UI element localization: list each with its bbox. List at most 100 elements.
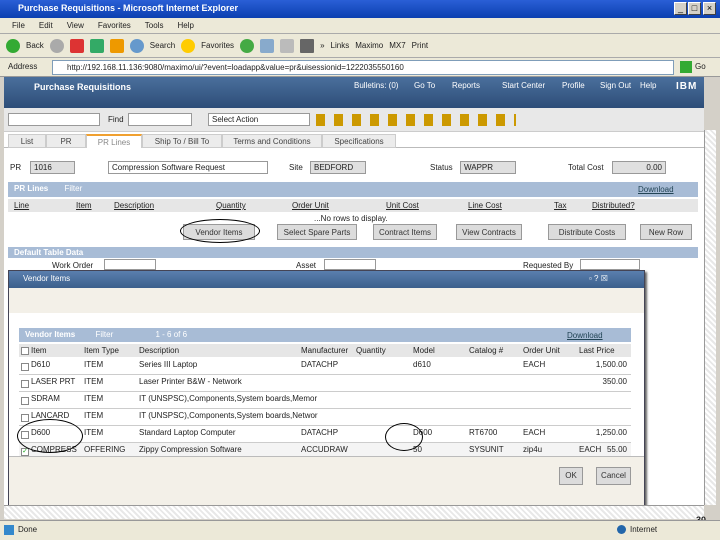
dialog-filter-button[interactable]: Filter [95, 330, 113, 339]
address-input[interactable]: http://192.168.11.136:9080/maximo/ui/?ev… [52, 60, 674, 75]
action-toolbar-icons[interactable] [316, 114, 516, 126]
favorites-button[interactable]: Favorites [201, 41, 234, 50]
work-order-input[interactable] [104, 259, 156, 270]
status-field[interactable]: WAPPR [460, 161, 516, 174]
download-link[interactable]: Download [638, 185, 674, 194]
forward-icon[interactable] [49, 38, 64, 53]
vertical-scrollbar[interactable] [704, 130, 716, 505]
find-field-select[interactable] [8, 113, 100, 126]
go-arrow-icon[interactable] [680, 61, 692, 73]
cell-last-price[interactable]: EACH [579, 445, 601, 454]
nav-goto[interactable]: Go To [414, 81, 435, 90]
tab-specifications[interactable]: Specifications [322, 134, 396, 148]
col-manufacturer[interactable]: Manufacturer [301, 346, 348, 355]
col-order-unit[interactable]: Order Unit [523, 346, 560, 355]
row-checkbox[interactable] [21, 380, 29, 388]
menu-help[interactable]: Help [177, 21, 193, 30]
back-icon[interactable] [6, 38, 20, 53]
new-row-button[interactable]: New Row [640, 224, 692, 240]
col-quantity[interactable]: Quantity [356, 346, 386, 355]
go-button[interactable]: Go [695, 62, 706, 71]
tab-pr-lines[interactable]: PR Lines [86, 134, 142, 148]
cell-catalog[interactable]: SYSUNIT [469, 445, 504, 454]
menu-file[interactable]: File [12, 21, 25, 30]
find-input[interactable] [128, 113, 192, 126]
minimize-button[interactable]: _ [674, 2, 687, 15]
toolbar-more[interactable]: » [320, 41, 324, 50]
history-icon[interactable] [240, 38, 255, 53]
vendor-item-row[interactable]: LASER PRT ITEM Laser Printer B&W - Network… [19, 375, 631, 392]
requested-by-input[interactable] [580, 259, 640, 270]
dialog-help-icon[interactable]: ▫ ? ☒ [589, 274, 608, 283]
cell-description[interactable]: Zippy Compression Software [139, 445, 242, 454]
favorites-star-icon[interactable] [181, 38, 196, 53]
select-all-checkbox[interactable] [21, 347, 29, 355]
tab-pr[interactable]: PR [46, 134, 86, 148]
col-unit-cost[interactable]: Unit Cost [386, 201, 419, 210]
link-print[interactable]: Print [412, 41, 428, 50]
col-distributed[interactable]: Distributed? [592, 201, 635, 210]
row-checkbox[interactable] [21, 414, 29, 422]
site-field[interactable]: BEDFORD [310, 161, 366, 174]
col-line[interactable]: Line [14, 201, 29, 210]
menu-tools[interactable]: Tools [145, 21, 164, 30]
col-order-unit[interactable]: Order Unit [292, 201, 329, 210]
col-line-cost[interactable]: Line Cost [468, 201, 502, 210]
total-cost-field[interactable]: 0.00 [612, 161, 666, 174]
tab-ship-to[interactable]: Ship To / Bill To [142, 134, 222, 148]
cell-item-type[interactable]: OFFERING [84, 445, 125, 454]
dialog-download-link[interactable]: Download [567, 331, 603, 340]
distribute-costs-button[interactable]: Distribute Costs [548, 224, 626, 240]
cancel-button[interactable]: Cancel [596, 467, 631, 485]
mail-icon[interactable] [260, 38, 275, 53]
pr-description-field[interactable]: Compression Software Request [108, 161, 268, 174]
cell-extra[interactable]: 55.00 [607, 445, 627, 454]
home-icon[interactable] [109, 38, 124, 53]
col-item-type[interactable]: Item Type [84, 346, 119, 355]
menu-view[interactable]: View [67, 21, 84, 30]
filter-button[interactable]: Filter [64, 184, 82, 193]
print-icon[interactable] [280, 38, 295, 53]
vendor-item-row[interactable]: SDRAM ITEM IT (UNSPSC),Components,System b… [19, 392, 631, 409]
vendor-item-row[interactable]: D610 ITEM Series III Laptop DATACHP d610 EACH… [19, 358, 631, 375]
contract-items-button[interactable]: Contract Items [373, 224, 437, 240]
col-item[interactable]: Item [31, 346, 47, 355]
col-item[interactable]: Item [76, 201, 92, 210]
maximize-button[interactable]: □ [688, 2, 701, 15]
nav-bulletins[interactable]: Bulletins: (0) [354, 81, 398, 90]
col-tax[interactable]: Tax [554, 201, 566, 210]
search-icon[interactable] [129, 38, 144, 53]
col-model[interactable]: Model [413, 346, 435, 355]
refresh-icon[interactable] [89, 38, 104, 53]
cell-manufacturer[interactable]: ACCUDRAW [301, 445, 348, 454]
nav-help[interactable]: Help [640, 81, 656, 90]
close-button[interactable]: × [703, 2, 716, 15]
col-description[interactable]: Description [139, 346, 179, 355]
edit-icon[interactable] [300, 38, 315, 53]
nav-profile[interactable]: Profile [562, 81, 585, 90]
row-checkbox[interactable] [21, 363, 29, 371]
menu-edit[interactable]: Edit [39, 21, 53, 30]
select-action-dropdown[interactable]: Select Action [208, 113, 310, 126]
horizontal-scrollbar[interactable] [4, 505, 704, 519]
row-checkbox[interactable] [21, 397, 29, 405]
col-catalog[interactable]: Catalog # [469, 346, 503, 355]
row-checkbox[interactable]: ✓ [21, 448, 29, 456]
nav-start-center[interactable]: Start Center [502, 81, 545, 90]
ok-button[interactable]: OK [559, 467, 583, 485]
col-last-price[interactable]: Last Price [579, 346, 615, 355]
pr-field[interactable]: 1016 [30, 161, 75, 174]
back-button[interactable]: Back [26, 41, 44, 50]
view-contracts-button[interactable]: View Contracts [456, 224, 522, 240]
tab-terms[interactable]: Terms and Conditions [222, 134, 322, 148]
search-button[interactable]: Search [150, 41, 175, 50]
select-spare-parts-button[interactable]: Select Spare Parts [277, 224, 357, 240]
cell-order-unit[interactable]: zip4u [523, 445, 542, 454]
stop-icon[interactable] [69, 38, 84, 53]
col-quantity[interactable]: Quantity [216, 201, 246, 210]
tab-list[interactable]: List [8, 134, 46, 148]
asset-input[interactable] [324, 259, 376, 270]
col-description[interactable]: Description [114, 201, 154, 210]
vendor-item-row[interactable]: LANCARD ITEM IT (UNSPSC),Components,System… [19, 409, 631, 426]
link-maximo[interactable]: Maximo [355, 41, 383, 50]
